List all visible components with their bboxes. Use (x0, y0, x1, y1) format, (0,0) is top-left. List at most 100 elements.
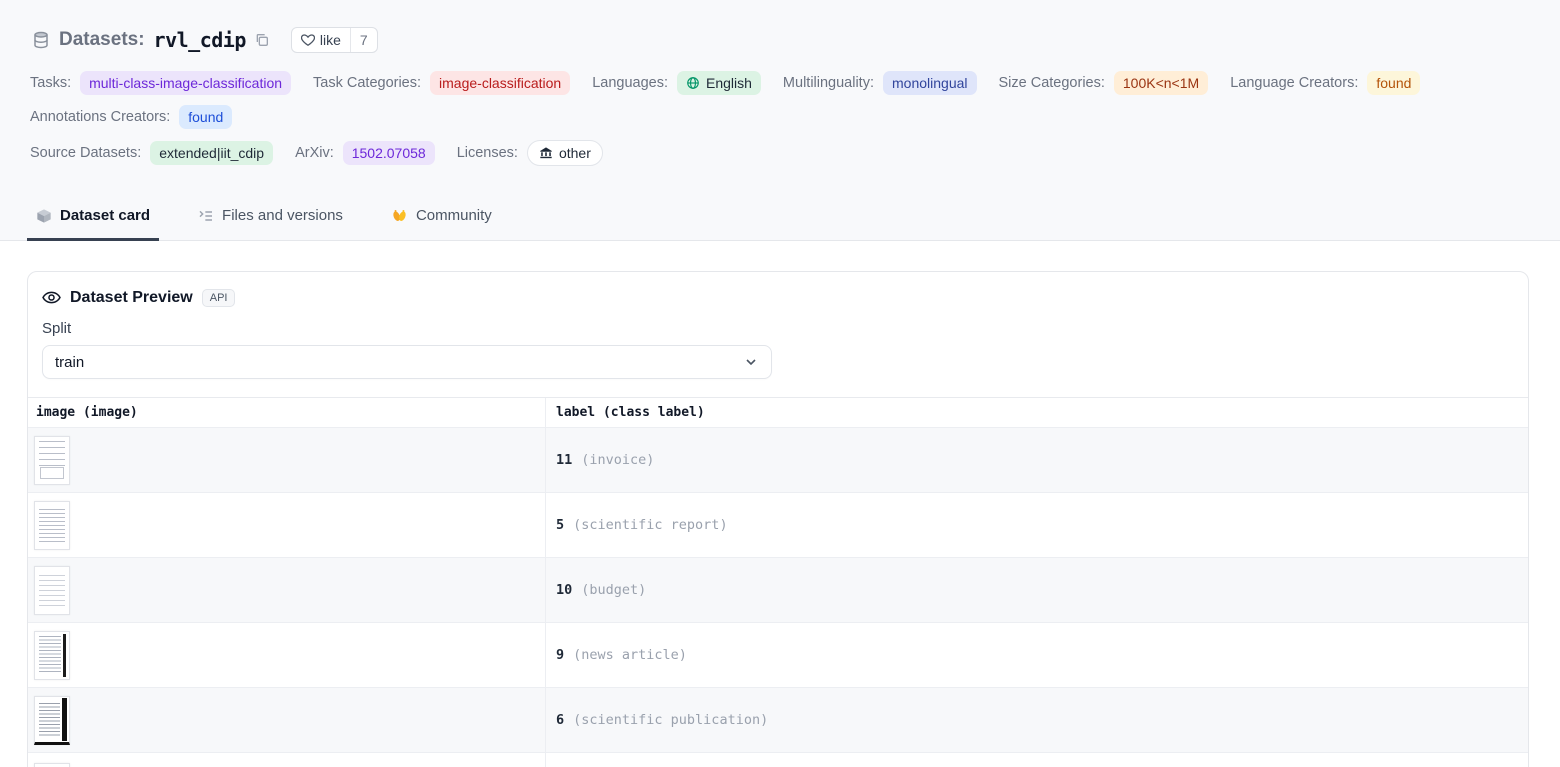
database-icon (32, 31, 50, 49)
tag-label: ArXiv: (295, 145, 334, 161)
label-class-name: (scientific report) (573, 517, 727, 533)
api-badge[interactable]: API (202, 289, 236, 307)
tag-group-task-categories: Task Categories: image-classification (313, 71, 570, 95)
tag-label: Licenses: (457, 145, 518, 161)
label-class-name: (invoice) (581, 452, 654, 468)
tag-group-licenses: Licenses: other (457, 140, 603, 166)
tag-group-arxiv: ArXiv: 1502.07058 (295, 141, 435, 165)
raising-hands-icon (391, 207, 408, 224)
column-header-label: label (class label) (546, 398, 1528, 427)
breadcrumb[interactable]: Datasets: (59, 29, 145, 51)
tag-group-languages: Languages: English (592, 71, 761, 95)
chevron-down-icon (743, 354, 759, 370)
cube-icon (36, 208, 52, 224)
tag-label: Multilinguality: (783, 75, 874, 91)
like-count[interactable]: 7 (350, 28, 377, 52)
tag-label: Languages: (592, 75, 668, 91)
label-cell: 10 (budget) (546, 558, 1528, 622)
dataset-preview-title: Dataset Preview (70, 289, 193, 307)
copy-icon (254, 32, 270, 48)
tag-pill-annotations-creators[interactable]: found (179, 105, 232, 129)
title-row: Datasets: rvl_cdip like 7 (0, 26, 1560, 54)
dataset-name: rvl_cdip (154, 28, 246, 52)
tab-community[interactable]: Community (382, 193, 501, 241)
tag-pill-multilinguality[interactable]: monolingual (883, 71, 977, 95)
main-content: Dataset Preview API Split train image (i… (0, 241, 1560, 767)
label-cell (546, 753, 1528, 767)
tab-dataset-card[interactable]: Dataset card (27, 193, 159, 241)
table-row: 9 (news article) (28, 623, 1528, 688)
tab-label: Community (416, 207, 492, 224)
tag-group-source-datasets: Source Datasets: extended|iit_cdip (30, 141, 273, 165)
image-cell (28, 493, 546, 557)
image-cell (28, 558, 546, 622)
tag-pill-size-categories[interactable]: 100K<n<1M (1114, 71, 1208, 95)
tag-group-multilinguality: Multilinguality: monolingual (783, 71, 977, 95)
split-select[interactable]: train (42, 345, 772, 379)
tag-label: Language Creators: (1230, 75, 1358, 91)
tag-pill-languages[interactable]: English (677, 71, 761, 95)
tag-label: Annotations Creators: (30, 109, 170, 125)
document-thumbnail-partial (34, 763, 70, 767)
tag-group-annotations-creators: Annotations Creators: found (30, 105, 232, 129)
table-row: 11 (invoice) (28, 428, 1528, 493)
tags-row-2: Source Datasets: extended|iit_cdip ArXiv… (0, 140, 1560, 168)
preview-table: image (image) label (class label) 11 (in… (28, 397, 1528, 767)
label-cell: 5 (scientific report) (546, 493, 1528, 557)
label-class-name: (scientific publication) (573, 712, 768, 728)
versions-list-icon (198, 208, 214, 224)
tag-pill-source-datasets[interactable]: extended|iit_cdip (150, 141, 273, 165)
dataset-header: Datasets: rvl_cdip like 7 (0, 0, 1560, 241)
tag-label: Tasks: (30, 75, 71, 91)
label-number: 6 (556, 712, 564, 728)
label-cell: 11 (invoice) (546, 428, 1528, 492)
like-button[interactable]: like 7 (291, 27, 378, 53)
label-number: 10 (556, 582, 572, 598)
budget-document-thumbnail (34, 566, 70, 615)
label-cell: 6 (scientific publication) (546, 688, 1528, 752)
tag-pill-task-categories[interactable]: image-classification (430, 71, 570, 95)
table-row: 10 (budget) (28, 558, 1528, 623)
table-row: 6 (scientific publication) (28, 688, 1528, 753)
invoice-document-thumbnail (34, 436, 70, 485)
tab-label: Dataset card (60, 207, 150, 224)
tab-bar: Dataset card Files and versions Commun (0, 193, 1560, 240)
label-cell: 9 (news article) (546, 623, 1528, 687)
tag-pill-tasks[interactable]: multi-class-image-classification (80, 71, 291, 95)
tag-pill-arxiv[interactable]: 1502.07058 (343, 141, 435, 165)
split-label: Split (42, 320, 1512, 337)
heart-icon (301, 33, 315, 47)
license-bank-icon (539, 146, 553, 160)
news-article-document-thumbnail (34, 631, 70, 680)
label-class-name: (budget) (581, 582, 646, 598)
label-number: 5 (556, 517, 564, 533)
image-cell (28, 428, 546, 492)
split-selected-value: train (55, 354, 84, 371)
label-class-name: (news article) (573, 647, 687, 663)
copy-dataset-name-button[interactable] (254, 32, 270, 48)
dataset-preview-header: Dataset Preview API (28, 272, 1528, 307)
table-header-row: image (image) label (class label) (28, 398, 1528, 428)
tab-files-and-versions[interactable]: Files and versions (189, 193, 352, 241)
scientific-publication-document-thumbnail (34, 696, 70, 745)
tag-pill-licenses[interactable]: other (527, 140, 603, 166)
globe-icon (686, 76, 700, 90)
tag-label: Task Categories: (313, 75, 421, 91)
tag-label: Size Categories: (999, 75, 1105, 91)
tag-pill-language-creators[interactable]: found (1367, 71, 1420, 95)
tag-group-size-categories: Size Categories: 100K<n<1M (999, 71, 1209, 95)
tag-group-language-creators: Language Creators: found (1230, 71, 1420, 95)
tag-label: Source Datasets: (30, 145, 141, 161)
tag-pill-label: English (706, 74, 752, 92)
image-cell (28, 623, 546, 687)
scientific-report-document-thumbnail (34, 501, 70, 550)
label-number: 9 (556, 647, 564, 663)
image-cell (28, 688, 546, 752)
eye-icon (42, 288, 61, 307)
image-cell (28, 753, 546, 767)
table-row: 5 (scientific report) (28, 493, 1528, 558)
column-header-image: image (image) (28, 398, 546, 427)
like-label: like (320, 32, 341, 48)
tag-group-tasks: Tasks: multi-class-image-classification (30, 71, 291, 95)
tag-pill-label: other (559, 144, 591, 162)
